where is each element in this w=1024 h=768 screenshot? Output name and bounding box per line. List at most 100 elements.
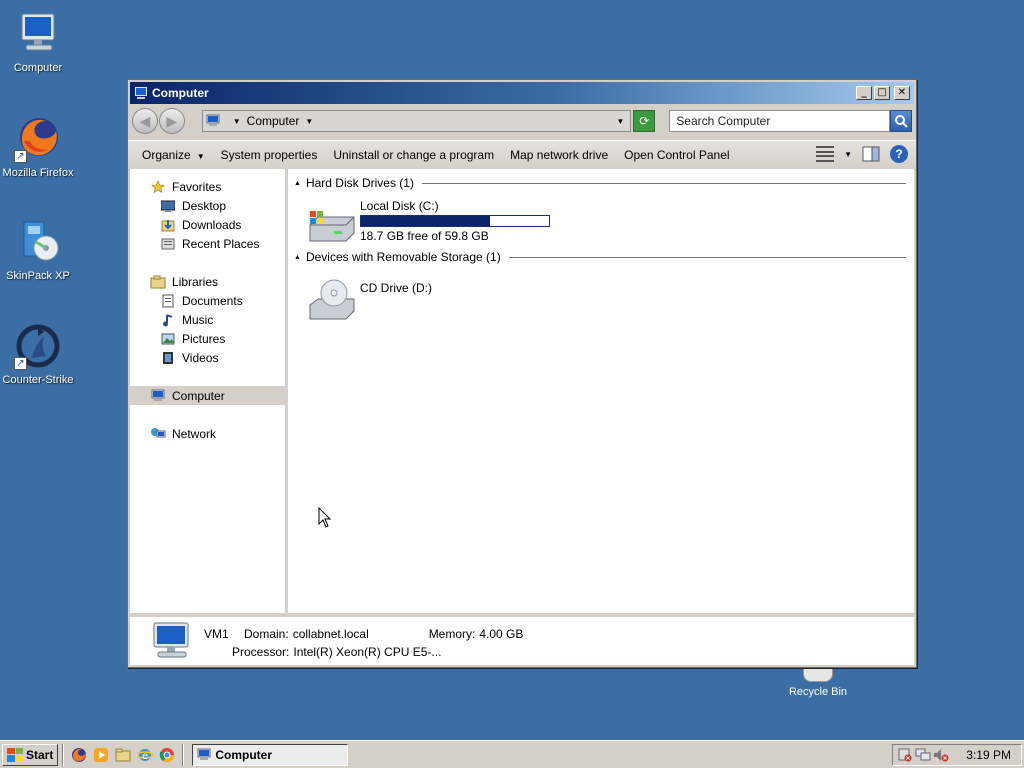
group-header-hard-disk[interactable]: ▲ Hard Disk Drives (1): [294, 175, 906, 191]
computer-icon: [197, 748, 211, 760]
quicklaunch-ie-icon[interactable]: e: [136, 746, 154, 764]
tray-action-center-icon[interactable]: [897, 747, 913, 763]
firefox-icon: ↗: [14, 115, 62, 163]
desktop-icon-counter-strike[interactable]: ↗ Counter-Strike: [0, 322, 76, 386]
computer-icon: [135, 87, 147, 99]
desktop-folder-icon: [160, 199, 176, 213]
desktop-icon-computer[interactable]: Computer: [0, 10, 76, 74]
desktop-icon-label: Computer: [13, 62, 63, 74]
shortcut-arrow-icon: ↗: [14, 150, 27, 163]
drive-local-disk-c[interactable]: Local Disk (C:) 18.7 GB free of 59.8 GB: [306, 197, 906, 253]
desktop-icon-skinpack[interactable]: SkinPack XP: [0, 218, 76, 282]
desktop-icon-recycle-bin[interactable]: Recycle Bin: [784, 668, 852, 698]
drive-name: CD Drive (D:): [360, 281, 432, 295]
pictures-icon: [160, 332, 176, 346]
counter-strike-icon: ↗: [14, 322, 62, 370]
cd-drive-icon: [306, 277, 356, 320]
map-network-drive-button[interactable]: Map network drive: [502, 148, 616, 162]
tray-volume-muted-icon[interactable]: [933, 747, 949, 763]
nav-documents[interactable]: Documents: [130, 291, 285, 310]
breadcrumb-chevron-icon[interactable]: ▼: [305, 117, 313, 126]
navigation-pane: Favorites Desktop Downloads Recent Place…: [130, 169, 288, 613]
taskbar-button-computer[interactable]: Computer: [192, 743, 349, 766]
mouse-cursor-icon: [318, 506, 332, 532]
nav-desktop[interactable]: Desktop: [130, 196, 285, 215]
computer-icon: [148, 621, 194, 661]
memory-value: 4.00 GB: [479, 627, 524, 641]
minimize-button[interactable]: _: [856, 86, 872, 100]
nav-recent-places[interactable]: Recent Places: [130, 234, 285, 253]
desktop-icon-firefox[interactable]: ↗ Mozilla Firefox: [0, 115, 76, 179]
collapse-triangle-icon[interactable]: ▲: [294, 180, 301, 187]
nav-label: Recent Places: [182, 236, 260, 251]
videos-icon: [160, 351, 176, 365]
system-tray: 3:19 PM: [892, 744, 1022, 766]
view-dropdown-icon[interactable]: ▼: [844, 150, 852, 159]
drive-cd-d[interactable]: CD Drive (D:): [306, 271, 906, 327]
organize-button[interactable]: Organize ▼: [134, 148, 213, 162]
nav-downloads[interactable]: Downloads: [130, 215, 285, 234]
breadcrumb-computer[interactable]: Computer: [247, 114, 300, 128]
content-pane: ▲ Hard Disk Drives (1) Local Disk (C:) 1…: [288, 169, 914, 613]
processor-value: Intel(R) Xeon(R) CPU E5-...: [293, 645, 442, 659]
help-icon[interactable]: ?: [890, 145, 908, 163]
chevron-down-icon: ▼: [196, 152, 205, 161]
hard-drive-icon: [306, 203, 356, 245]
network-icon: [150, 427, 166, 441]
clock[interactable]: 3:19 PM: [966, 748, 1011, 762]
start-button[interactable]: Start: [2, 743, 59, 766]
nav-libraries[interactable]: Libraries: [130, 272, 285, 291]
desktop-icon-label: Recycle Bin: [788, 686, 848, 698]
nav-label: Desktop: [182, 198, 227, 213]
preview-pane-icon[interactable]: [862, 146, 880, 162]
nav-computer[interactable]: Computer: [130, 386, 285, 405]
nav-favorites[interactable]: Favorites: [130, 177, 285, 196]
title-bar[interactable]: Computer _ □ ✕: [130, 82, 914, 104]
nav-pictures[interactable]: Pictures: [130, 329, 285, 348]
documents-icon: [160, 294, 176, 308]
back-button[interactable]: ◀: [132, 108, 158, 134]
quicklaunch-media-player-icon[interactable]: [92, 746, 110, 764]
group-header-removable[interactable]: ▲ Devices with Removable Storage (1): [294, 249, 906, 265]
collapse-triangle-icon[interactable]: ▲: [294, 254, 301, 261]
address-bar[interactable]: ▼ Computer ▼ ▼: [201, 110, 632, 132]
explorer-window: Computer _ □ ✕ ◀ ▶ ▼ Computer ▼ ▼ ⟳ Sear…: [127, 79, 917, 668]
desktop-icon-label: Mozilla Firefox: [2, 167, 74, 179]
shortcut-arrow-icon: ↗: [14, 357, 27, 370]
recent-places-icon: [160, 237, 176, 251]
nav-network[interactable]: Network: [130, 424, 285, 443]
nav-label: Music: [182, 312, 214, 327]
refresh-button[interactable]: ⟳: [633, 110, 656, 132]
start-label: Start: [26, 747, 54, 762]
change-view-icon[interactable]: [816, 146, 835, 162]
uninstall-program-button[interactable]: Uninstall or change a program: [325, 148, 502, 162]
nav-label: Downloads: [182, 217, 242, 232]
computer-icon: [150, 389, 166, 403]
nav-music[interactable]: Music: [130, 310, 285, 329]
forward-button[interactable]: ▶: [158, 108, 185, 134]
maximize-button[interactable]: □: [874, 86, 890, 100]
desktop-icon-label: SkinPack XP: [6, 270, 70, 282]
group-label: Hard Disk Drives (1): [305, 176, 414, 190]
system-properties-button[interactable]: System properties: [213, 148, 326, 162]
address-bar-row: ◀ ▶ ▼ Computer ▼ ▼ ⟳ Search Computer: [128, 106, 916, 136]
installer-icon: [14, 218, 62, 266]
search-input[interactable]: Search Computer: [669, 110, 891, 132]
tray-network-icon[interactable]: [915, 747, 931, 763]
nav-label: Videos: [182, 350, 219, 365]
breadcrumb-chevron-icon[interactable]: ▼: [233, 117, 241, 126]
drive-free-space: 18.7 GB free of 59.8 GB: [360, 229, 489, 243]
drive-usage-bar: [360, 215, 550, 227]
group-divider: [508, 256, 906, 258]
open-control-panel-button[interactable]: Open Control Panel: [616, 148, 737, 162]
close-button[interactable]: ✕: [894, 86, 910, 100]
quicklaunch-firefox-icon[interactable]: [70, 746, 88, 764]
group-label: Devices with Removable Storage (1): [305, 250, 501, 264]
nav-videos[interactable]: Videos: [130, 348, 285, 367]
domain-label: Domain:: [244, 627, 289, 641]
quicklaunch-folder-icon[interactable]: [114, 746, 132, 764]
quicklaunch-chrome-icon[interactable]: [158, 746, 176, 764]
organize-label: Organize: [142, 148, 191, 162]
search-icon[interactable]: [890, 110, 913, 132]
address-dropdown-icon[interactable]: ▼: [616, 117, 624, 126]
